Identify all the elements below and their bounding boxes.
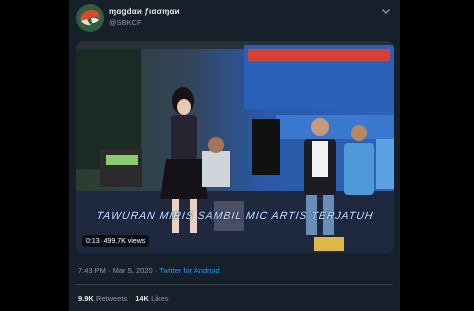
video-views: 499.7K views	[103, 237, 146, 245]
tweet-stats: 9.9K Retweets 14K Likes	[78, 294, 169, 303]
user-handle[interactable]: @SBKCF	[109, 18, 142, 27]
tweet-source-link[interactable]: Twitter for Android	[159, 266, 219, 275]
tweet-video[interactable]: TAWURAN MIRIS SAMBIL MIC ARTIS TERJATUH …	[76, 41, 394, 253]
divider	[76, 284, 393, 285]
tweet-card: ɱɑցԁαи ƒιɑσɱαи @SBKCF TAWURAN MIRIS SAMB…	[69, 0, 400, 311]
separator-dot: ·	[108, 266, 111, 275]
chevron-down-icon[interactable]	[379, 4, 393, 18]
likes-stat[interactable]: 14K Likes	[135, 294, 168, 303]
retweets-stat[interactable]: 9.9K Retweets	[78, 294, 127, 303]
likes-label: Likes	[151, 294, 169, 303]
tweet-date[interactable]: Mar 5, 2020	[113, 266, 153, 275]
retweets-label: Retweets	[95, 294, 128, 303]
tweet-timestamp: 7:43 PM · Mar 5, 2020 · Twitter for Andr…	[78, 266, 220, 275]
separator-dot: ·	[154, 266, 158, 275]
retweets-count: 9.9K	[78, 294, 94, 303]
display-name[interactable]: ɱɑցԁαи ƒιɑσɱαи	[109, 7, 180, 16]
video-stats-pill: 0:13 499.7K views	[82, 235, 150, 247]
video-caption-overlay: TAWURAN MIRIS SAMBIL MIC ARTIS TERJATUH	[95, 210, 375, 222]
likes-count: 14K	[135, 294, 149, 303]
video-time: 0:13	[86, 237, 100, 245]
avatar[interactable]	[76, 4, 104, 32]
tweet-time[interactable]: 7:43 PM	[78, 266, 106, 275]
